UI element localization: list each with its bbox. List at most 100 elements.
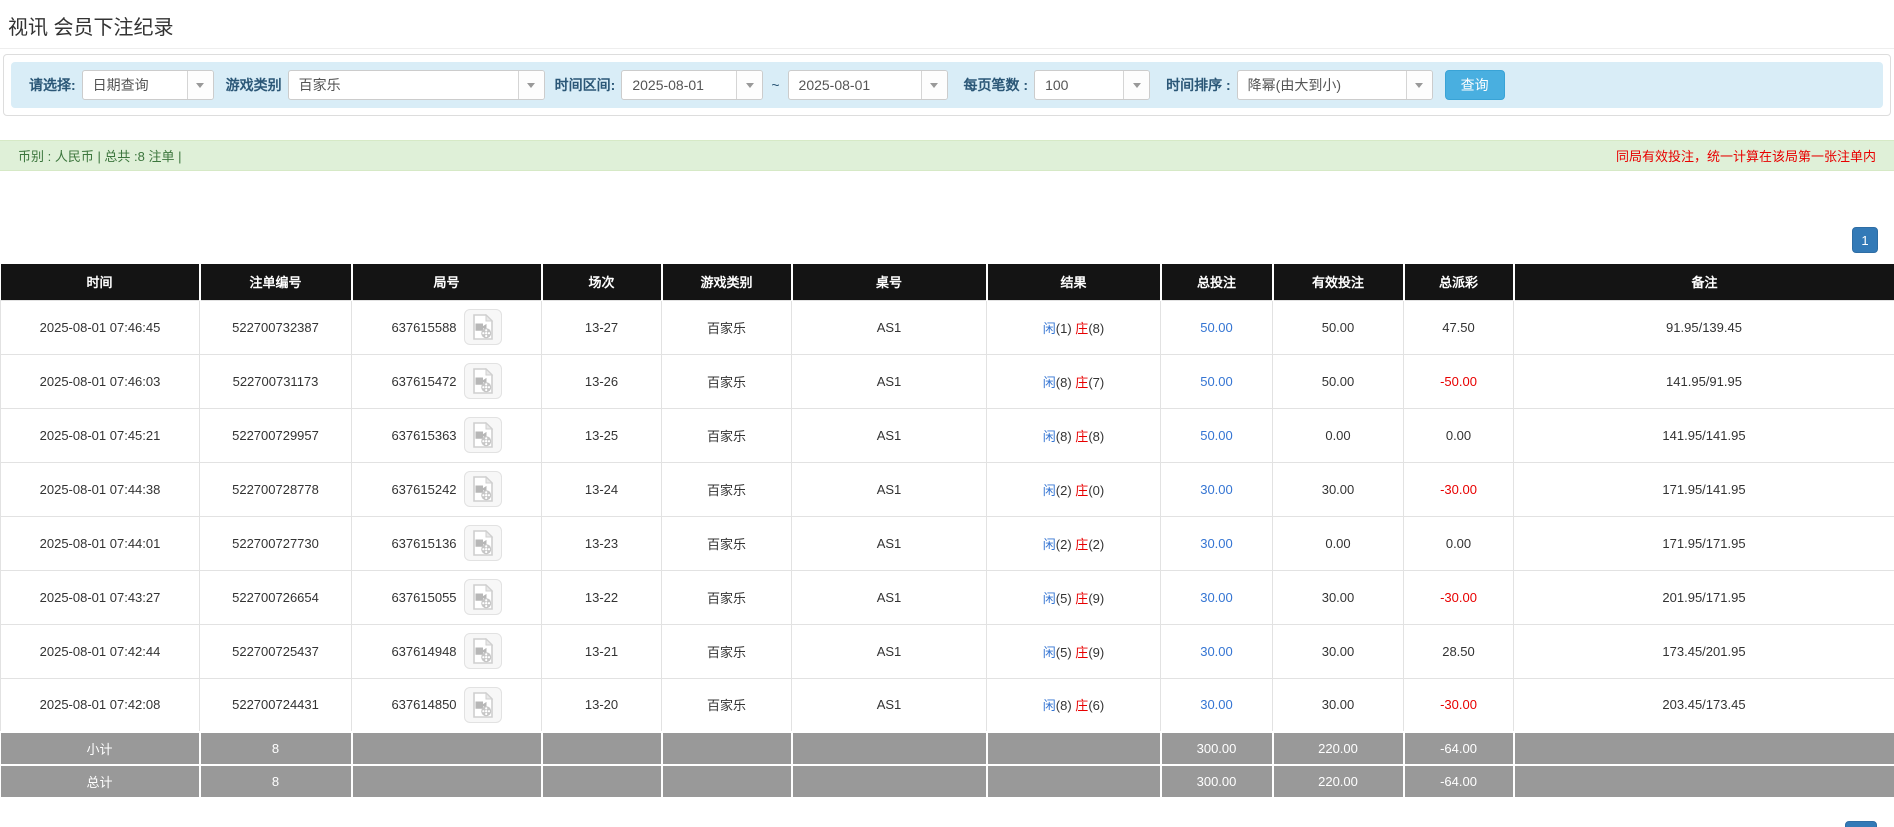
player-result: 闲: [1043, 321, 1056, 336]
banker-result: 庄: [1075, 537, 1088, 552]
round-id: 637614850: [391, 697, 456, 712]
query-type-select[interactable]: 日期查询: [82, 70, 214, 100]
subtotal-row-total-bet: 300.00: [1161, 732, 1273, 765]
banker-score: (7): [1088, 375, 1104, 390]
table-row: 2025-08-01 07:42:08522700724431637614850…: [1, 678, 1894, 732]
total-bet-link[interactable]: 30.00: [1200, 644, 1233, 659]
video-replay-button[interactable]: [464, 309, 502, 345]
subtotal-row: 小计8300.00220.00-64.00: [1, 732, 1894, 765]
banker-score: (6): [1088, 698, 1104, 713]
payout-cell: 0.00: [1404, 408, 1514, 462]
session-cell: 13-25: [542, 408, 662, 462]
chevron-down-icon: [736, 70, 762, 100]
player-score: (5): [1056, 591, 1076, 606]
round-id: 637614948: [391, 644, 456, 659]
total-bet-link[interactable]: 50.00: [1200, 320, 1233, 335]
bet-id-cell: 522700725437: [200, 624, 352, 678]
video-replay-button[interactable]: [464, 525, 502, 561]
bet-table-body: 2025-08-01 07:46:45522700732387637615588…: [1, 300, 1894, 798]
bet-id-cell: 522700726654: [200, 570, 352, 624]
video-replay-button[interactable]: [464, 687, 502, 723]
table-no-cell: AS1: [792, 678, 987, 732]
result-cell: 闲(8) 庄(8): [987, 408, 1161, 462]
bet-time-cell: 2025-08-01 07:45:21: [1, 408, 200, 462]
round-id-cell: 637615055: [352, 570, 542, 624]
title-bar: 视讯 会员下注纪录: [0, 0, 1894, 49]
total-bet-link[interactable]: 30.00: [1200, 697, 1233, 712]
round-id-cell: 637615242: [352, 462, 542, 516]
result-cell: 闲(5) 庄(9): [987, 570, 1161, 624]
valid-bet-cell: 30.00: [1273, 570, 1404, 624]
sort-select[interactable]: 降幂(由大到小): [1237, 70, 1433, 100]
total-bet-link[interactable]: 50.00: [1200, 428, 1233, 443]
total-row-label: 总计: [1, 765, 200, 798]
total-bet-cell: 50.00: [1161, 408, 1273, 462]
total-row-valid-bet: 220.00: [1273, 765, 1404, 798]
round-id-cell: 637614948: [352, 624, 542, 678]
subtotal-row-payout: -64.00: [1404, 732, 1514, 765]
page-1-button[interactable]: 1: [1852, 227, 1878, 253]
game-category-select[interactable]: 百家乐: [288, 70, 545, 100]
pagination-top: 1: [0, 227, 1878, 253]
chevron-down-icon: [187, 70, 213, 100]
query-type-value: 日期查询: [83, 75, 187, 95]
bet-time-cell: 2025-08-01 07:42:44: [1, 624, 200, 678]
game-category-cell: 百家乐: [662, 408, 792, 462]
game-category-cell: 百家乐: [662, 570, 792, 624]
page-1-button-bottom[interactable]: 1: [1845, 821, 1877, 827]
banker-result: 庄: [1075, 429, 1088, 444]
date-to-select[interactable]: 2025-08-01: [788, 70, 948, 100]
result-cell: 闲(5) 庄(9): [987, 624, 1161, 678]
subtotal-row-game-empty: [662, 732, 792, 765]
col-valid-bet: 有效投注: [1273, 264, 1404, 300]
sort-label: 时间排序 :: [1166, 75, 1231, 95]
col-round-id: 局号: [352, 264, 542, 300]
col-remark: 备注: [1514, 264, 1894, 300]
total-bet-link[interactable]: 50.00: [1200, 374, 1233, 389]
video-replay-button[interactable]: [464, 417, 502, 453]
total-bet-link[interactable]: 30.00: [1200, 590, 1233, 605]
total-bet-cell: 30.00: [1161, 678, 1273, 732]
subtotal-row-remark: [1514, 732, 1894, 765]
video-replay-button[interactable]: [464, 579, 502, 615]
total-bet-link[interactable]: 30.00: [1200, 536, 1233, 551]
video-replay-button[interactable]: [464, 471, 502, 507]
col-bet-id: 注单编号: [200, 264, 352, 300]
total-row-table-empty: [792, 765, 987, 798]
per-page-select[interactable]: 100: [1034, 70, 1150, 100]
game-category-cell: 百家乐: [662, 516, 792, 570]
total-bet-cell: 30.00: [1161, 570, 1273, 624]
date-from-select[interactable]: 2025-08-01: [621, 70, 763, 100]
bet-time-cell: 2025-08-01 07:44:01: [1, 516, 200, 570]
round-id: 637615242: [391, 482, 456, 497]
video-replay-button[interactable]: [464, 363, 502, 399]
round-id: 637615363: [391, 428, 456, 443]
remark-cell: 141.95/91.95: [1514, 354, 1894, 408]
remark-cell: 203.45/173.45: [1514, 678, 1894, 732]
banker-score: (2): [1088, 537, 1104, 552]
round-id-cell: 637614850: [352, 678, 542, 732]
valid-bet-cell: 30.00: [1273, 624, 1404, 678]
subtotal-row-valid-bet: 220.00: [1273, 732, 1404, 765]
session-cell: 13-21: [542, 624, 662, 678]
banker-result: 庄: [1075, 645, 1088, 660]
bet-id-cell: 522700732387: [200, 300, 352, 354]
valid-bet-cell: 30.00: [1273, 462, 1404, 516]
col-total-bet: 总投注: [1161, 264, 1273, 300]
sort-value: 降幂(由大到小): [1238, 75, 1406, 95]
table-row: 2025-08-01 07:44:01522700727730637615136…: [1, 516, 1894, 570]
player-score: (8): [1056, 429, 1076, 444]
banker-result: 庄: [1075, 321, 1088, 336]
summary-bar: 币别 : 人民币 | 总共 :8 注单 | 同局有效投注，统一计算在该局第一张注…: [0, 140, 1894, 171]
total-bet-link[interactable]: 30.00: [1200, 482, 1233, 497]
payout-cell: -50.00: [1404, 354, 1514, 408]
per-page-value: 100: [1035, 77, 1123, 93]
table-row: 2025-08-01 07:43:27522700726654637615055…: [1, 570, 1894, 624]
bet-time-cell: 2025-08-01 07:46:03: [1, 354, 200, 408]
search-button[interactable]: 查询: [1445, 70, 1505, 100]
remark-cell: 171.95/141.95: [1514, 462, 1894, 516]
payout-cell: -30.00: [1404, 678, 1514, 732]
date-to-value: 2025-08-01: [789, 77, 921, 93]
subtotal-row-result-empty: [987, 732, 1161, 765]
video-replay-button[interactable]: [464, 633, 502, 669]
